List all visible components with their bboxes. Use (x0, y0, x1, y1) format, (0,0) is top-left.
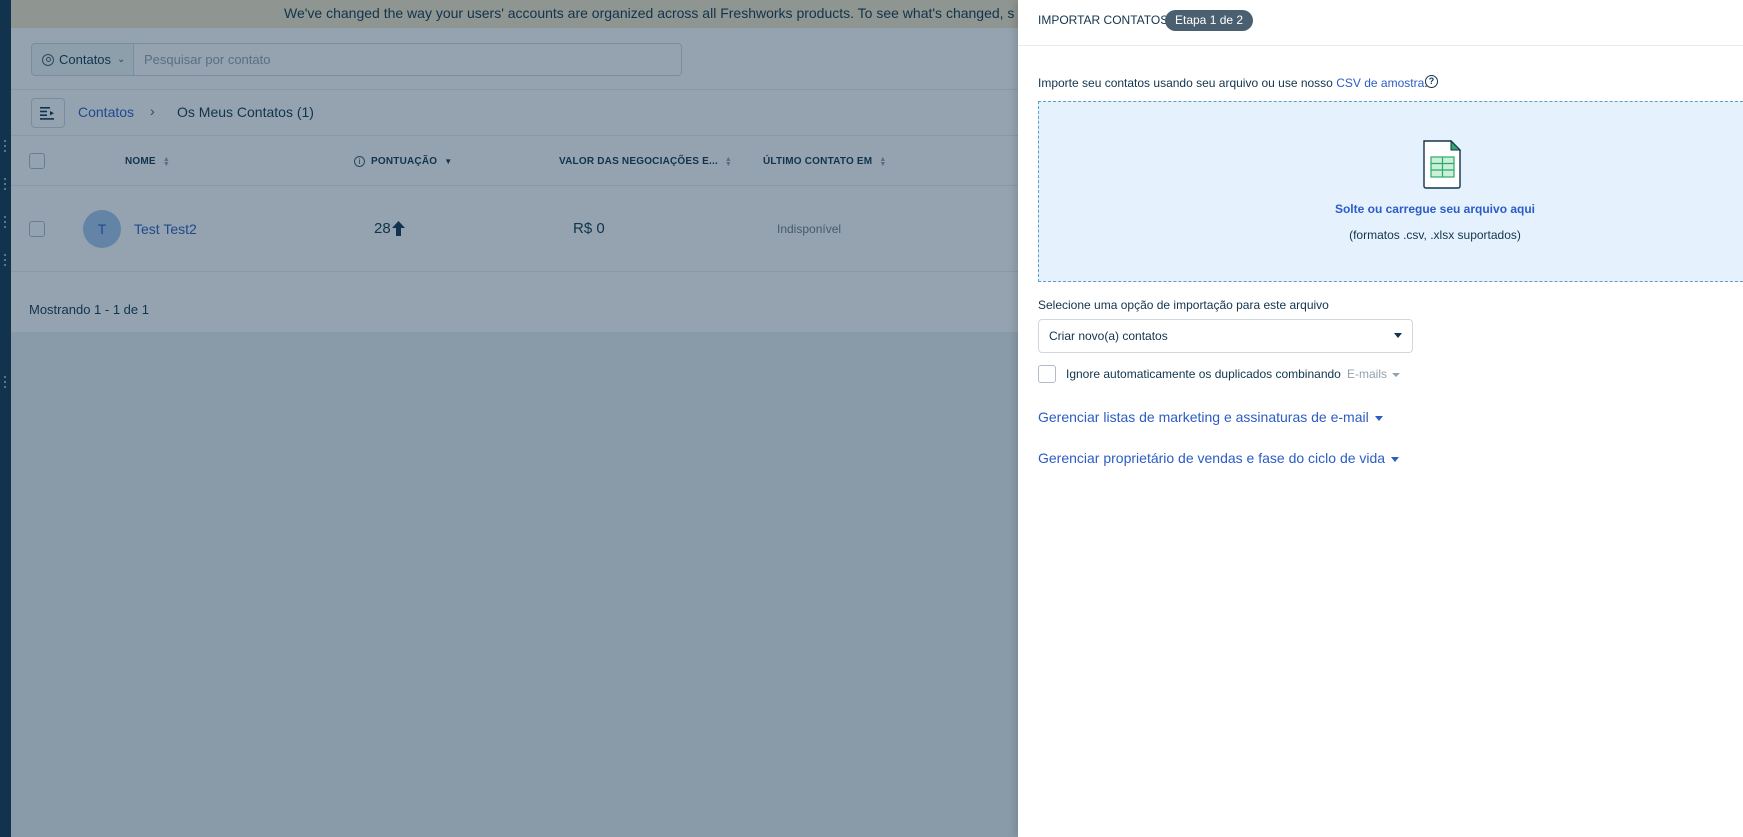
caret-down-icon (1374, 415, 1383, 421)
import-contacts-panel: IMPORTAR CONTATOS Etapa 1 de 2 Importe s… (1018, 0, 1743, 837)
caret-down-icon (1394, 333, 1402, 338)
dropzone-title[interactable]: Solte ou carregue seu arquivo aqui (1309, 202, 1561, 216)
file-dropzone[interactable]: Solte ou carregue seu arquivo aqui (form… (1038, 101, 1743, 282)
sample-csv-link[interactable]: CSV de amostra (1336, 76, 1424, 90)
import-option-value: Criar novo(a) contatos (1049, 329, 1168, 343)
spreadsheet-file-icon (1423, 140, 1462, 189)
import-option-label: Selecione uma opção de importação para e… (1038, 298, 1329, 312)
dedupe-checkbox[interactable] (1038, 365, 1056, 383)
caret-down-icon (1392, 372, 1401, 377)
panel-header: IMPORTAR CONTATOS Etapa 1 de 2 (1018, 0, 1743, 46)
panel-title: IMPORTAR CONTATOS (1038, 13, 1169, 27)
modal-backdrop[interactable] (0, 0, 1018, 837)
dedupe-field-dropdown[interactable]: E-mails (1347, 367, 1401, 381)
dedupe-label: Ignore automaticamente os duplicados com… (1066, 367, 1341, 381)
import-intro-text: Importe seu contatos usando seu arquivo … (1038, 76, 1428, 90)
manage-marketing-lists-toggle[interactable]: Gerenciar listas de marketing e assinatu… (1038, 409, 1383, 425)
help-icon[interactable]: ? (1425, 75, 1438, 88)
import-option-select[interactable]: Criar novo(a) contatos (1038, 319, 1413, 353)
caret-down-icon (1391, 456, 1400, 462)
manage-sales-owner-toggle[interactable]: Gerenciar proprietário de vendas e fase … (1038, 450, 1400, 466)
dropzone-subtitle: (formatos .csv, .xlsx suportados) (1349, 228, 1521, 242)
step-badge: Etapa 1 de 2 (1165, 10, 1254, 31)
